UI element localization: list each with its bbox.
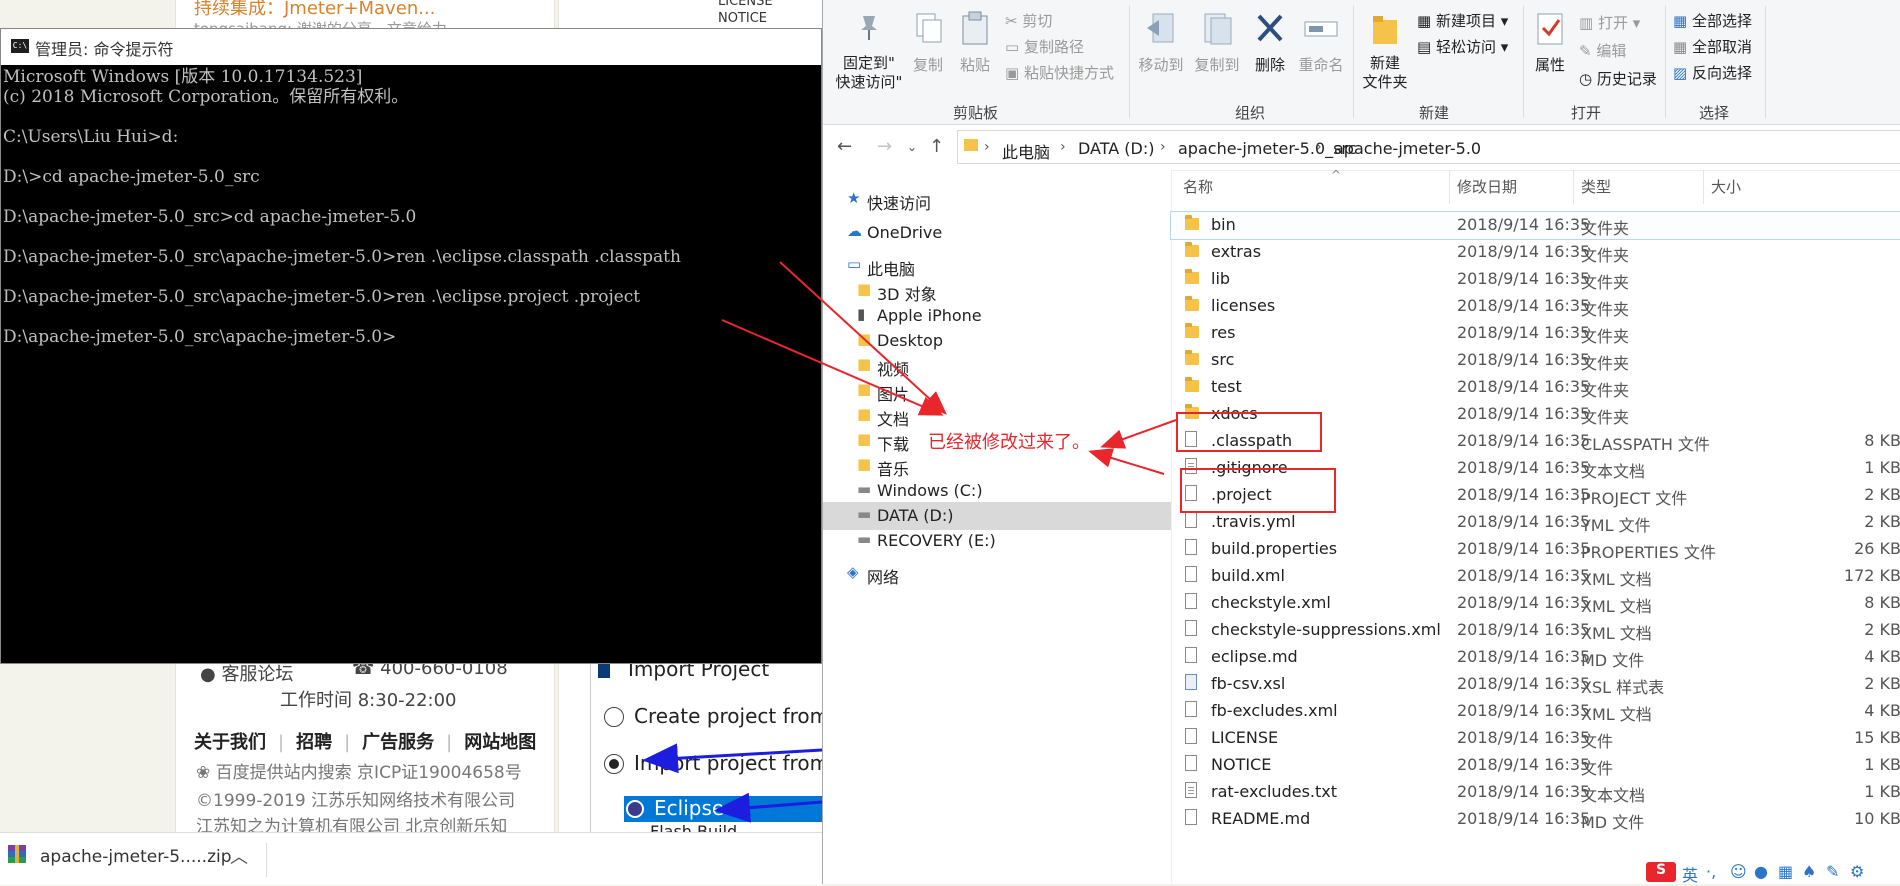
- ime-punct-icon[interactable]: ·,: [1706, 862, 1716, 881]
- sogou-logo-icon: S: [1646, 862, 1676, 882]
- blue-arrow-import: [642, 743, 823, 774]
- skin-icon[interactable]: ♠: [1802, 862, 1816, 881]
- ime-toolbar[interactable]: S 英 ·, ☺ ● ▦ ♠ ✎ ⚙: [1640, 862, 1900, 886]
- emoji-icon[interactable]: ☺: [1730, 862, 1747, 881]
- arrow-from-classpath-cmd: [779, 261, 947, 415]
- blue-arrow-eclipse: [714, 792, 823, 823]
- keyboard-icon[interactable]: ▦: [1778, 862, 1793, 881]
- arrow-from-project-cmd: [721, 319, 944, 416]
- wrench-icon[interactable]: ⚙: [1850, 862, 1864, 881]
- arrow-to-annotation-2: [1088, 448, 1165, 475]
- toolbox-icon[interactable]: ✎: [1826, 862, 1839, 881]
- annotation-arrows: [642, 261, 1177, 823]
- arrow-to-annotation-1: [1100, 419, 1177, 449]
- microphone-icon[interactable]: ●: [1754, 862, 1768, 881]
- ime-mode-label[interactable]: 英: [1682, 862, 1698, 886]
